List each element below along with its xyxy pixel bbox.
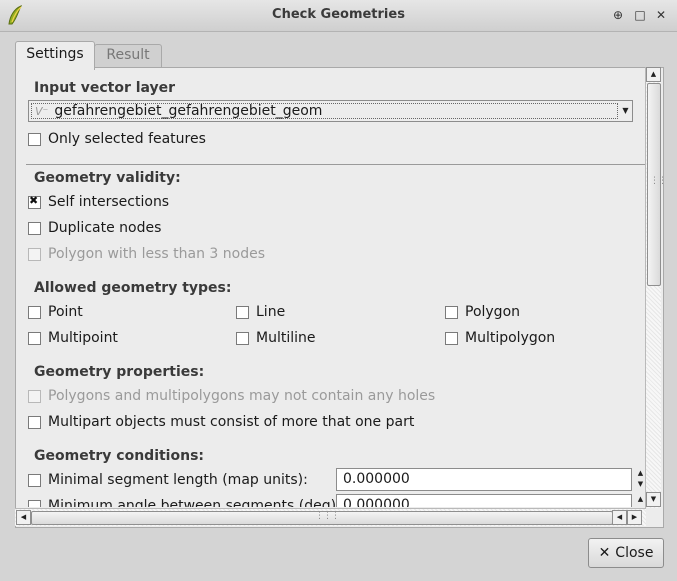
scroll-left-icon[interactable]: ◀ bbox=[612, 510, 627, 525]
type-point-label: Point bbox=[48, 304, 83, 320]
type-point-checkbox[interactable]: Point bbox=[28, 303, 83, 321]
type-polygon-checkbox[interactable]: Polygon bbox=[445, 303, 520, 321]
tab-result[interactable]: Result bbox=[94, 44, 162, 68]
min-segment-length-input[interactable]: 0.000000 bbox=[336, 468, 632, 491]
close-button-label: Close bbox=[615, 545, 654, 561]
type-multipoint-checkbox[interactable]: Multipoint bbox=[28, 329, 118, 347]
duplicate-nodes-label: Duplicate nodes bbox=[48, 220, 162, 236]
scroll-left-icon[interactable]: ◀ bbox=[16, 510, 31, 525]
vertical-scrollbar[interactable]: ▲ ⋮⋮ ▼ bbox=[645, 67, 667, 508]
checkbox-box[interactable] bbox=[28, 221, 41, 235]
multipart-checkbox[interactable]: Multipart objects must consist of more t… bbox=[28, 413, 414, 431]
close-icon: ✕ bbox=[598, 545, 611, 561]
checkbox-box bbox=[28, 389, 41, 403]
close-button[interactable]: ✕ Close bbox=[588, 538, 664, 568]
checkbox-box[interactable] bbox=[28, 415, 41, 429]
grip-icon: ⋮⋮⋮ bbox=[315, 511, 340, 521]
input-layer-heading: Input vector layer bbox=[34, 80, 176, 96]
type-multiline-checkbox[interactable]: Multiline bbox=[236, 329, 316, 347]
type-multipoint-label: Multipoint bbox=[48, 330, 118, 346]
self-intersections-checkbox[interactable]: Self intersections bbox=[28, 193, 169, 211]
checkbox-box[interactable] bbox=[28, 331, 41, 345]
min-segment-length-checkbox[interactable]: Minimal segment length (map units): bbox=[28, 471, 308, 489]
scroll-up-icon[interactable]: ▲ bbox=[646, 67, 661, 82]
checkbox-box[interactable] bbox=[445, 305, 458, 319]
geometry-validity-heading: Geometry validity: bbox=[34, 170, 181, 186]
window-title: Check Geometries bbox=[272, 7, 405, 22]
only-selected-label: Only selected features bbox=[48, 131, 206, 147]
allowed-types-heading: Allowed geometry types: bbox=[34, 280, 232, 296]
min-angle-checkbox[interactable]: Minimum angle between segments (deg): bbox=[28, 497, 341, 507]
no-holes-checkbox: Polygons and multipolygons may not conta… bbox=[28, 387, 435, 405]
vector-layer-icon: V⁻ bbox=[35, 104, 49, 118]
polygon-less-nodes-checkbox: Polygon with less than 3 nodes bbox=[28, 245, 265, 263]
section-divider bbox=[26, 164, 646, 165]
only-selected-checkbox[interactable]: Only selected features bbox=[28, 130, 206, 148]
checkbox-box[interactable] bbox=[28, 473, 41, 487]
checkbox-box[interactable] bbox=[236, 305, 249, 319]
settings-scroll-area: Input vector layer V⁻ gefahrengebiet_gef… bbox=[24, 67, 646, 507]
checkbox-box[interactable] bbox=[445, 331, 458, 345]
input-layer-combobox[interactable]: V⁻ gefahrengebiet_gefahrengebiet_geom ▼ bbox=[28, 100, 633, 122]
maximize-icon[interactable]: □ bbox=[632, 7, 648, 23]
no-holes-label: Polygons and multipolygons may not conta… bbox=[48, 388, 436, 404]
tab-settings[interactable]: Settings bbox=[15, 41, 95, 70]
scroll-right-icon[interactable]: ▶ bbox=[627, 510, 642, 525]
checkbox-box[interactable] bbox=[28, 499, 41, 507]
grip-icon: ⋮⋮ bbox=[650, 176, 667, 186]
horizontal-scroll-thumb[interactable]: ⋮⋮⋮ bbox=[31, 511, 613, 525]
polygon-less-nodes-label: Polygon with less than 3 nodes bbox=[48, 246, 266, 262]
combo-focus-frame: V⁻ gefahrengebiet_gefahrengebiet_geom bbox=[31, 103, 618, 119]
title-bar[interactable]: Check Geometries ⊕ □ ✕ bbox=[0, 0, 677, 32]
checkbox-box[interactable] bbox=[28, 305, 41, 319]
checkbox-box[interactable] bbox=[28, 194, 41, 209]
multipart-label: Multipart objects must consist of more t… bbox=[48, 414, 415, 430]
type-multiline-label: Multiline bbox=[256, 330, 316, 346]
geometry-conditions-heading: Geometry conditions: bbox=[34, 448, 204, 464]
selected-layer-value: gefahrengebiet_gefahrengebiet_geom bbox=[54, 103, 323, 119]
close-window-icon[interactable]: ✕ bbox=[653, 7, 669, 23]
min-angle-input[interactable]: 0.000000 bbox=[336, 494, 632, 507]
type-multipolygon-checkbox[interactable]: Multipolygon bbox=[445, 329, 555, 347]
chevron-down-icon[interactable]: ▼ bbox=[619, 101, 632, 121]
vertical-scroll-thumb[interactable]: ⋮⋮ bbox=[647, 83, 667, 286]
min-angle-label: Minimum angle between segments (deg): bbox=[48, 498, 341, 507]
type-line-label: Line bbox=[256, 304, 286, 320]
duplicate-nodes-checkbox[interactable]: Duplicate nodes bbox=[28, 219, 161, 237]
min-segment-length-label: Minimal segment length (map units): bbox=[48, 472, 308, 488]
geometry-properties-heading: Geometry properties: bbox=[34, 364, 205, 380]
checkbox-box bbox=[28, 247, 41, 261]
type-line-checkbox[interactable]: Line bbox=[236, 303, 285, 321]
help-icon[interactable]: ⊕ bbox=[610, 7, 626, 23]
self-intersections-label: Self intersections bbox=[48, 194, 170, 210]
scroll-down-icon[interactable]: ▼ bbox=[646, 492, 661, 507]
type-polygon-label: Polygon bbox=[465, 304, 521, 320]
checkbox-box[interactable] bbox=[28, 132, 41, 146]
type-multipolygon-label: Multipolygon bbox=[465, 330, 556, 346]
horizontal-scrollbar[interactable]: ◀ ⋮⋮⋮ ◀ ▶ bbox=[15, 508, 646, 526]
checkbox-box[interactable] bbox=[236, 331, 249, 345]
